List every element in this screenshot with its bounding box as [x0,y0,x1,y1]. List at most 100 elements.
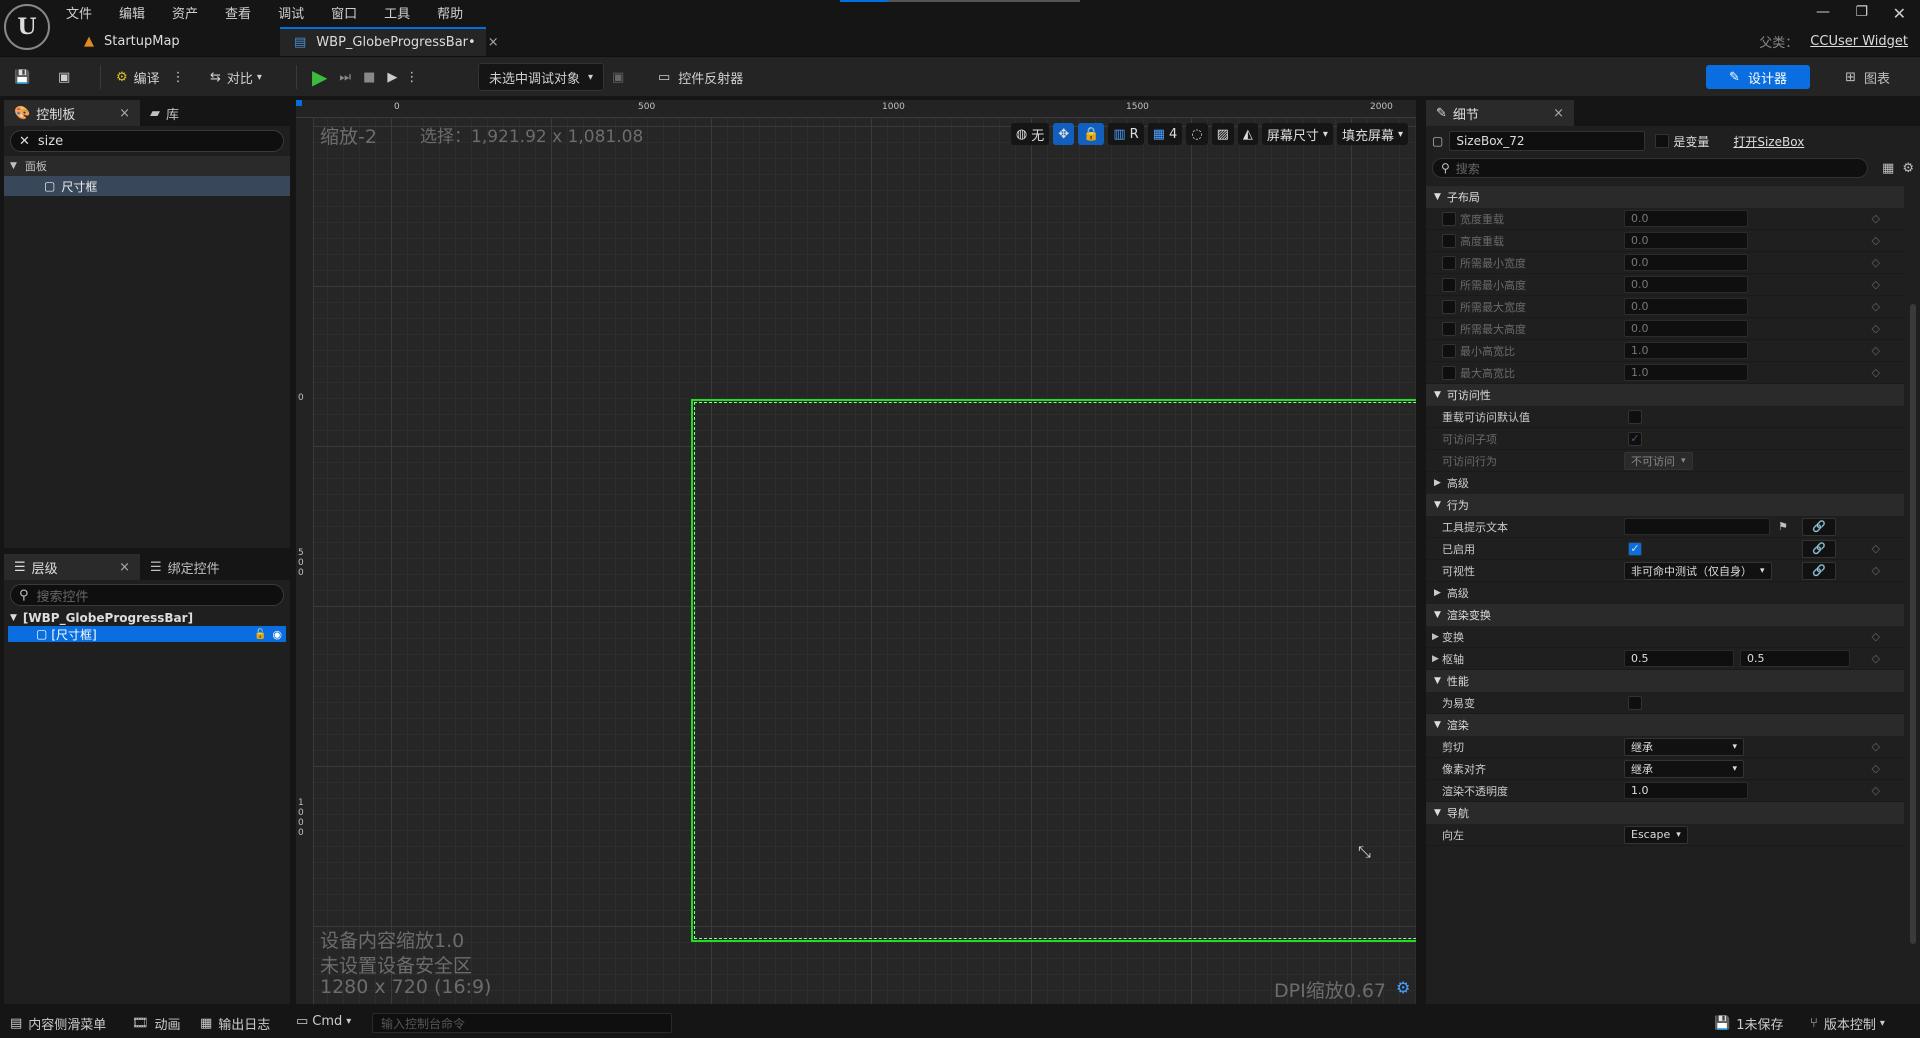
play-options-icon[interactable]: ⋮ [405,70,418,85]
bind-icon[interactable]: 🔗 [1802,517,1836,536]
keyframe-diamond-icon[interactable]: ◇ [1872,366,1880,379]
property-value[interactable]: 0.0 [1624,254,1748,271]
override-checkbox[interactable] [1442,211,1456,226]
lock-icon[interactable]: 🔓 [254,629,266,640]
save-icon[interactable]: 💾 [14,57,30,97]
tab-startup-map[interactable]: ▲ StartupMap [70,27,194,56]
override-checkbox[interactable] [1442,277,1456,292]
keyframe-diamond-icon[interactable]: ◇ [1872,212,1880,225]
keyframe-diamond-icon[interactable]: ◇ [1872,652,1880,665]
tab-widget-blueprint[interactable]: ▤ WBP_GlobeProgressBar• × [280,27,499,56]
keyframe-diamond-icon[interactable]: ◇ [1872,256,1880,269]
keyframe-diamond-icon[interactable]: ◇ [1872,322,1880,335]
accessible-behavior-dropdown[interactable]: 不可访问 ▾ [1624,451,1693,470]
transform-mode-button[interactable]: ✥ [1053,123,1075,145]
bind-icon[interactable]: 🔗 [1802,561,1836,580]
designer-button[interactable]: ✎ 设计器 [1706,65,1810,89]
debug-target-dropdown[interactable]: 未选中调试对象 ▾ [478,63,605,91]
locale-button[interactable]: ◍ 无 [1010,123,1050,145]
section-accessibility[interactable]: ▼ 可访问性 [1426,384,1904,406]
stop-icon[interactable]: ■ [363,70,375,85]
eye-icon[interactable]: ◉ [272,628,282,641]
property-value[interactable]: 1.0 [1624,342,1748,359]
keyframe-diamond-icon[interactable]: ◇ [1872,740,1880,753]
unreal-logo-icon[interactable]: U [4,4,50,50]
console-command-input[interactable]: 输入控制台命令 [372,1013,672,1033]
grid-snap-button[interactable]: ▦ 4 [1147,123,1183,145]
close-window-icon[interactable]: ✕ [1893,4,1906,23]
close-tab-icon[interactable]: × [488,35,499,50]
hierarchy-root[interactable]: ▼ [WBP_GlobeProgressBar] [4,610,290,626]
details-scrollbar[interactable] [1910,304,1916,944]
menu-file[interactable]: 文件 [66,3,92,22]
output-log-button[interactable]: ▦ 输出日志 [200,1014,270,1033]
content-drawer-button[interactable]: ▤ 内容侧滑菜单 [10,1014,106,1033]
keyframe-diamond-icon[interactable]: ◇ [1872,630,1880,643]
palette-search-input[interactable]: ✕ size [10,130,284,152]
tab-details[interactable]: ✎ 细节 × [1426,100,1574,126]
outline-button[interactable]: ◌ [1186,123,1208,145]
diff-button[interactable]: ⇆ 对比 ▾ [210,57,262,97]
override-checkbox[interactable] [1442,255,1456,270]
triangle-right-icon[interactable]: ▶ [1432,654,1439,664]
flip-button[interactable]: ◭ [1237,123,1258,145]
section-advanced-2[interactable]: ▶ 高级 [1426,582,1904,604]
volatile-checkbox[interactable] [1628,695,1642,710]
section-rendering[interactable]: ▼ 渲染 [1426,714,1904,736]
designer-canvas[interactable]: 0 500 1000 1500 2000 0 500 1000 ⤡ 缩放-2 选… [296,100,1416,1004]
enabled-checkbox[interactable]: ✓ [1628,541,1642,556]
section-child-layout[interactable]: ▼ 子布局 [1426,186,1904,208]
minimize-icon[interactable]: — [1816,4,1830,20]
clipping-dropdown[interactable]: 继承 ▾ [1624,737,1744,756]
menu-edit[interactable]: 编辑 [119,3,145,22]
more-icon[interactable]: ⋮ [172,70,185,85]
property-value[interactable]: 0.0 [1624,232,1748,249]
menu-window[interactable]: 窗口 [331,3,357,22]
bind-icon[interactable]: 🔗 [1802,539,1836,558]
close-icon[interactable]: × [1553,106,1564,121]
keyframe-diamond-icon[interactable]: ◇ [1872,784,1880,797]
graph-button[interactable]: ⊞ 图表 [1845,65,1890,89]
keyframe-diamond-icon[interactable]: ◇ [1872,542,1880,555]
sizebox-selection[interactable] [691,399,1416,942]
unsaved-button[interactable]: 💾 1未保存 [1714,1014,1783,1033]
section-navigation[interactable]: ▼ 导航 [1426,802,1904,824]
visibility-dropdown[interactable]: 非可命中测试（仅自身） ▾ [1624,561,1772,580]
property-value[interactable]: 0.0 [1624,210,1748,227]
opacity-input[interactable]: 1.0 [1624,782,1748,799]
parent-class-link[interactable]: CCUser Widget [1810,34,1908,49]
property-value[interactable]: 1.0 [1624,364,1748,381]
keyframe-diamond-icon[interactable]: ◇ [1872,234,1880,247]
triangle-right-icon[interactable]: ▶ [1432,632,1439,642]
flag-icon[interactable]: ⚑ [1778,520,1788,533]
open-sizebox-link[interactable]: 打开SizeBox [1733,133,1804,150]
screen-size-dropdown[interactable]: 屏幕尺寸 ▾ [1261,123,1333,145]
respect-locks-button[interactable]: ▥ R [1108,123,1144,145]
property-value[interactable]: 0.0 [1624,276,1748,293]
menu-debug[interactable]: 调试 [278,3,304,22]
override-checkbox[interactable] [1442,233,1456,248]
override-checkbox[interactable] [1442,343,1456,358]
simulate-icon[interactable]: ▶ [387,70,397,85]
restore-icon[interactable]: ❐ [1855,4,1868,20]
widget-reflector-button[interactable]: ▭ 控件反射器 [658,57,743,97]
keyframe-diamond-icon[interactable]: ◇ [1872,278,1880,291]
tab-bind-widgets[interactable]: ☰ 绑定控件 [140,554,230,580]
play-icon[interactable]: ▶ [312,65,327,89]
menu-tools[interactable]: 工具 [384,3,410,22]
menu-help[interactable]: 帮助 [437,3,463,22]
keyframe-diamond-icon[interactable]: ◇ [1872,344,1880,357]
section-render-transform[interactable]: ▼ 渲染变换 [1426,604,1904,626]
hierarchy-item-sizebox[interactable]: ▢ [尺寸框] 🔓 ◉ [8,626,286,642]
palette-category[interactable]: ▼ 面板 [4,156,290,176]
settings-icon[interactable]: ⚙ [1902,161,1914,176]
fill-screen-dropdown[interactable]: 填充屏幕 ▾ [1336,123,1408,145]
tab-library[interactable]: ▰ 库 [140,100,189,126]
override-checkbox[interactable] [1442,299,1456,314]
property-value[interactable]: 0.0 [1624,298,1748,315]
browse-icon[interactable]: ▣ [58,57,70,97]
override-checkbox[interactable] [1442,365,1456,380]
close-icon[interactable]: × [119,106,130,121]
details-search-input[interactable]: ⚲ 搜索 [1432,158,1869,178]
preview-button[interactable]: ▨ [1211,123,1234,145]
